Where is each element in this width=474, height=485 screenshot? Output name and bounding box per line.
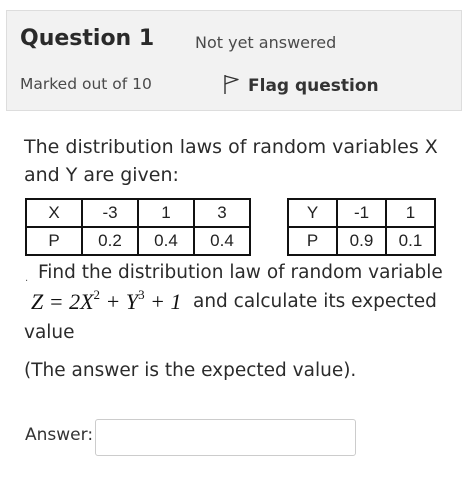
table-cell: 0.4 xyxy=(137,226,195,256)
table-row: Y -1 1 xyxy=(287,198,436,228)
table-cell: 0.2 xyxy=(81,226,139,256)
bullet-dot: · xyxy=(25,276,29,287)
question-text-line: (The answer is the expected value). xyxy=(24,360,357,381)
question-text-line: value xyxy=(24,322,75,343)
question-marks: Marked out of 10 xyxy=(20,75,152,93)
table-row: P 0.9 0.1 xyxy=(287,226,436,256)
table-cell: X xyxy=(25,198,83,228)
formula-part: + 1 xyxy=(144,289,182,314)
flag-icon xyxy=(222,73,248,99)
flag-question-button[interactable]: Flag question xyxy=(222,73,379,99)
table-cell: 1 xyxy=(137,198,195,228)
formula: Z = 2X2 + Y3 + 1 xyxy=(31,287,181,315)
distribution-table-x: X -3 1 3 P 0.2 0.4 0.4 xyxy=(25,198,251,256)
question-text-line: and Y are given: xyxy=(24,164,179,186)
formula-part: Z = 2X xyxy=(31,289,94,314)
question-text-line: Find the distribution law of random vari… xyxy=(38,262,443,283)
table-cell: 0.1 xyxy=(385,226,436,256)
table-cell: 3 xyxy=(193,198,251,228)
question-text-line: and calculate its expected xyxy=(193,291,437,312)
question-text-line: The distribution laws of random variable… xyxy=(24,136,438,158)
answer-input[interactable] xyxy=(95,419,356,456)
question-title: Question 1 xyxy=(20,26,155,51)
distribution-table-y: Y -1 1 P 0.9 0.1 xyxy=(287,198,436,256)
table-cell: -3 xyxy=(81,198,139,228)
table-cell: P xyxy=(25,226,83,256)
flag-question-label: Flag question xyxy=(248,76,379,96)
table-cell: 1 xyxy=(385,198,436,228)
formula-part: + Y xyxy=(100,289,139,314)
table-cell: P xyxy=(287,226,338,256)
question-info-panel: Question 1 Not yet answered Marked out o… xyxy=(6,10,462,111)
table-cell: Y xyxy=(287,198,338,228)
question-state: Not yet answered xyxy=(195,33,337,52)
table-row: P 0.2 0.4 0.4 xyxy=(25,226,251,256)
answer-label: Answer: xyxy=(25,425,94,445)
table-row: X -3 1 3 xyxy=(25,198,251,228)
table-cell: 0.9 xyxy=(336,226,387,256)
table-cell: 0.4 xyxy=(193,226,251,256)
table-cell: -1 xyxy=(336,198,387,228)
